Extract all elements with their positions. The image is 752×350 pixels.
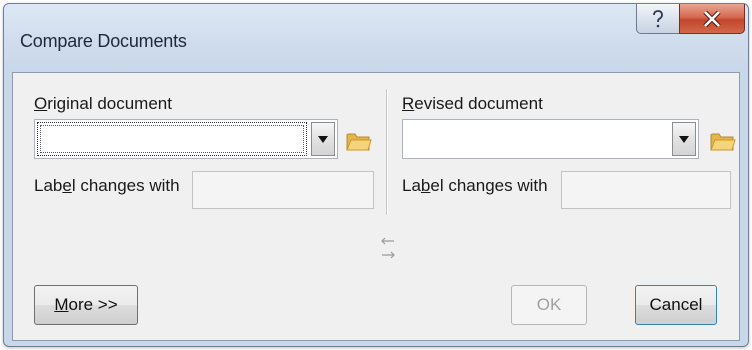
chevron-down-icon bbox=[679, 135, 689, 143]
ok-button[interactable]: OK bbox=[511, 285, 587, 325]
help-button[interactable] bbox=[636, 4, 680, 34]
revised-label-changes-input[interactable] bbox=[561, 171, 731, 209]
close-icon bbox=[703, 10, 721, 27]
original-document-label: Original document bbox=[34, 94, 172, 113]
open-folder-icon[interactable] bbox=[710, 130, 736, 152]
revised-dropdown-button[interactable] bbox=[672, 122, 696, 156]
title-bar[interactable]: Compare Documents bbox=[4, 4, 748, 72]
dialog-body: Original document Label changes with Rev… bbox=[12, 72, 740, 341]
close-button[interactable] bbox=[679, 4, 745, 34]
dialog-title: Compare Documents bbox=[20, 31, 187, 51]
chevron-down-icon bbox=[318, 135, 328, 143]
swap-documents-icon[interactable] bbox=[379, 233, 397, 263]
original-label-changes-input[interactable] bbox=[192, 171, 374, 209]
revised-document-label: Revised document bbox=[402, 94, 543, 113]
original-document-value[interactable] bbox=[37, 122, 307, 156]
revised-document-combobox[interactable] bbox=[402, 119, 699, 159]
original-document-combobox[interactable] bbox=[34, 119, 338, 159]
revised-document-value[interactable] bbox=[405, 122, 668, 156]
more-button[interactable]: More >> bbox=[34, 285, 138, 325]
original-dropdown-button[interactable] bbox=[311, 122, 335, 156]
cancel-button[interactable]: Cancel bbox=[635, 285, 717, 325]
compare-documents-dialog: Compare Documents Original document Labe… bbox=[3, 3, 749, 347]
section-divider bbox=[386, 89, 387, 215]
open-folder-icon[interactable] bbox=[346, 130, 372, 152]
revised-label-changes-label: Label changes with bbox=[402, 176, 548, 195]
question-mark-icon bbox=[653, 9, 663, 27]
original-label-changes-label: Label changes with bbox=[34, 176, 180, 195]
